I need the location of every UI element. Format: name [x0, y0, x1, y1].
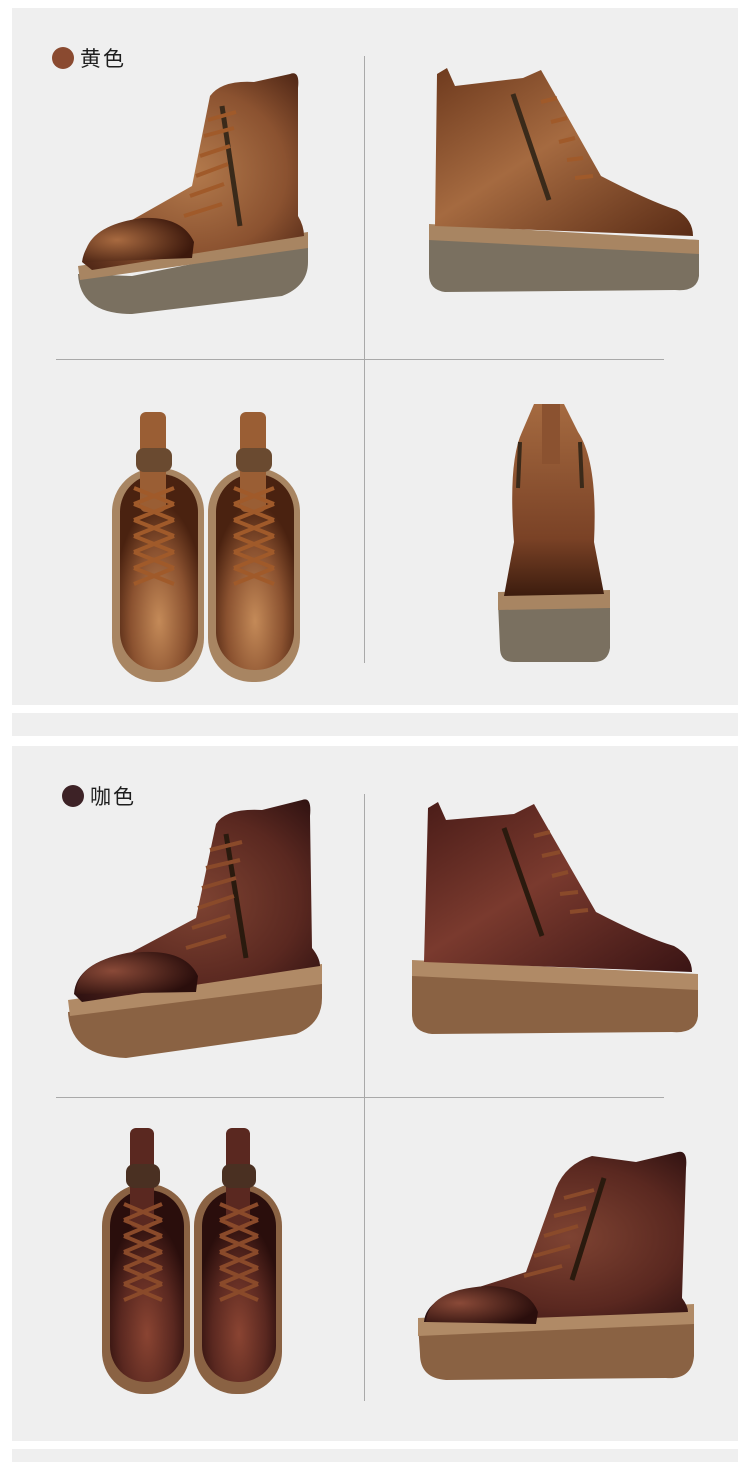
- yellow-boots-pair-top-photo: [112, 412, 300, 682]
- coffee-boot-front-angle-photo: [68, 799, 322, 1058]
- bottom-strip: [12, 1449, 738, 1462]
- coffee-boot-angle-photo: [418, 1151, 694, 1380]
- yellow-boot-front-angle-photo: [78, 73, 308, 314]
- grid-line-horizontal: [56, 1097, 664, 1098]
- grid-line-horizontal: [56, 359, 664, 360]
- yellow-boot-side-photo: [429, 68, 699, 292]
- coffee-boots-pair-top-photo: [102, 1128, 282, 1394]
- coffee-boot-side-photo: [412, 802, 698, 1034]
- color-swatch-yellow: [52, 47, 74, 69]
- yellow-boot-rear-photo: [498, 404, 610, 662]
- section-divider-strip: [12, 713, 738, 736]
